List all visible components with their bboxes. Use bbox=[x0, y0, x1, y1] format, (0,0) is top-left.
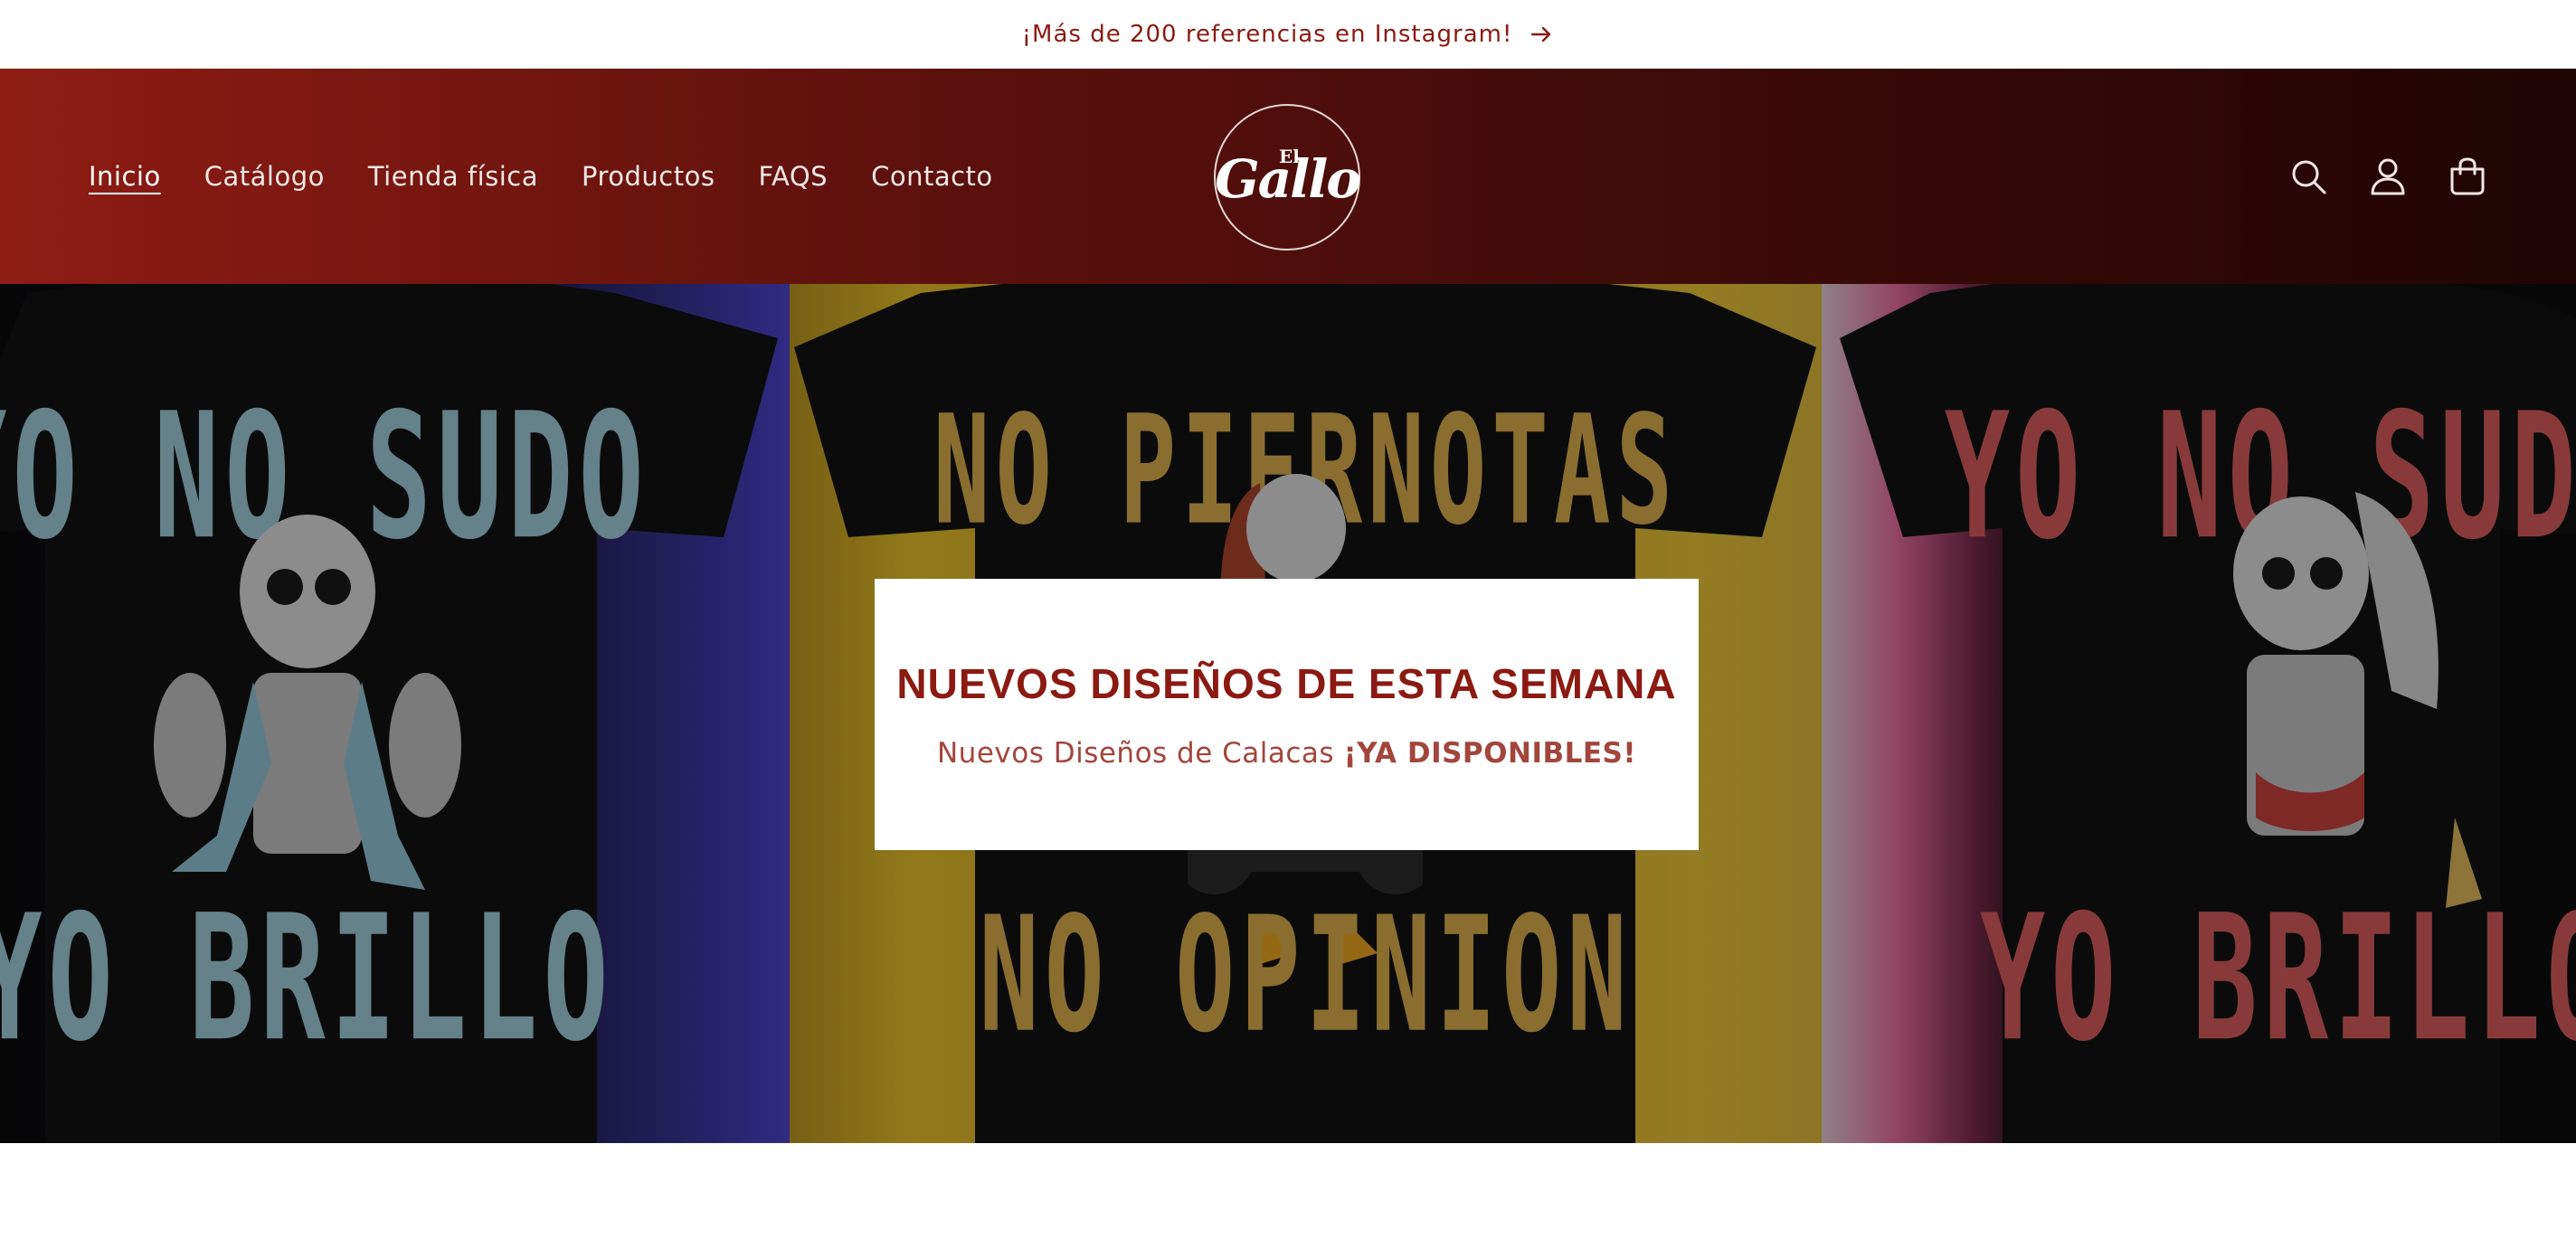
main-nav: Inicio Catálogo Tienda física Productos … bbox=[89, 69, 993, 284]
hero-text-box: NUEVOS DISEÑOS DE ESTA SEMANA Nuevos Dis… bbox=[875, 579, 1699, 850]
announcement-bar[interactable]: ¡Más de 200 referencias en Instagram! bbox=[0, 0, 2576, 69]
hero-subtitle-emphasis: ¡YA DISPONIBLES! bbox=[1343, 737, 1637, 770]
announcement-text[interactable]: ¡Más de 200 referencias en Instagram! bbox=[1022, 21, 1513, 48]
hero-subtitle-text: Nuevos Diseños de Calacas bbox=[936, 737, 1344, 770]
hero-banner[interactable]: YO NO SUDO YO BRILLO NO PIERNOTAS NO OPI… bbox=[0, 284, 2576, 1143]
site-logo[interactable]: El Gallo bbox=[1214, 104, 1361, 251]
site-header: Inicio Catálogo Tienda física Productos … bbox=[0, 69, 2576, 284]
page-content-below bbox=[0, 1143, 2576, 1248]
nav-item-inicio[interactable]: Inicio bbox=[89, 161, 161, 192]
hero-title: NUEVOS DISEÑOS DE ESTA SEMANA bbox=[896, 660, 1677, 707]
nav-item-productos[interactable]: Productos bbox=[582, 161, 715, 192]
hero-subtitle: Nuevos Diseños de Calacas ¡YA DISPONIBLE… bbox=[937, 737, 1636, 770]
cart-icon[interactable] bbox=[2448, 156, 2487, 196]
nav-item-tienda-fisica[interactable]: Tienda física bbox=[368, 161, 538, 192]
nav-item-catalogo[interactable]: Catálogo bbox=[204, 161, 325, 192]
logo-text: Gallo bbox=[1215, 148, 1361, 210]
nav-item-faqs[interactable]: FAQS bbox=[758, 161, 828, 192]
search-icon[interactable] bbox=[2288, 156, 2328, 196]
account-icon[interactable] bbox=[2368, 156, 2408, 196]
arrow-right-icon[interactable] bbox=[1529, 22, 1554, 47]
nav-item-contacto[interactable]: Contacto bbox=[871, 161, 993, 192]
header-icons bbox=[2288, 69, 2487, 284]
